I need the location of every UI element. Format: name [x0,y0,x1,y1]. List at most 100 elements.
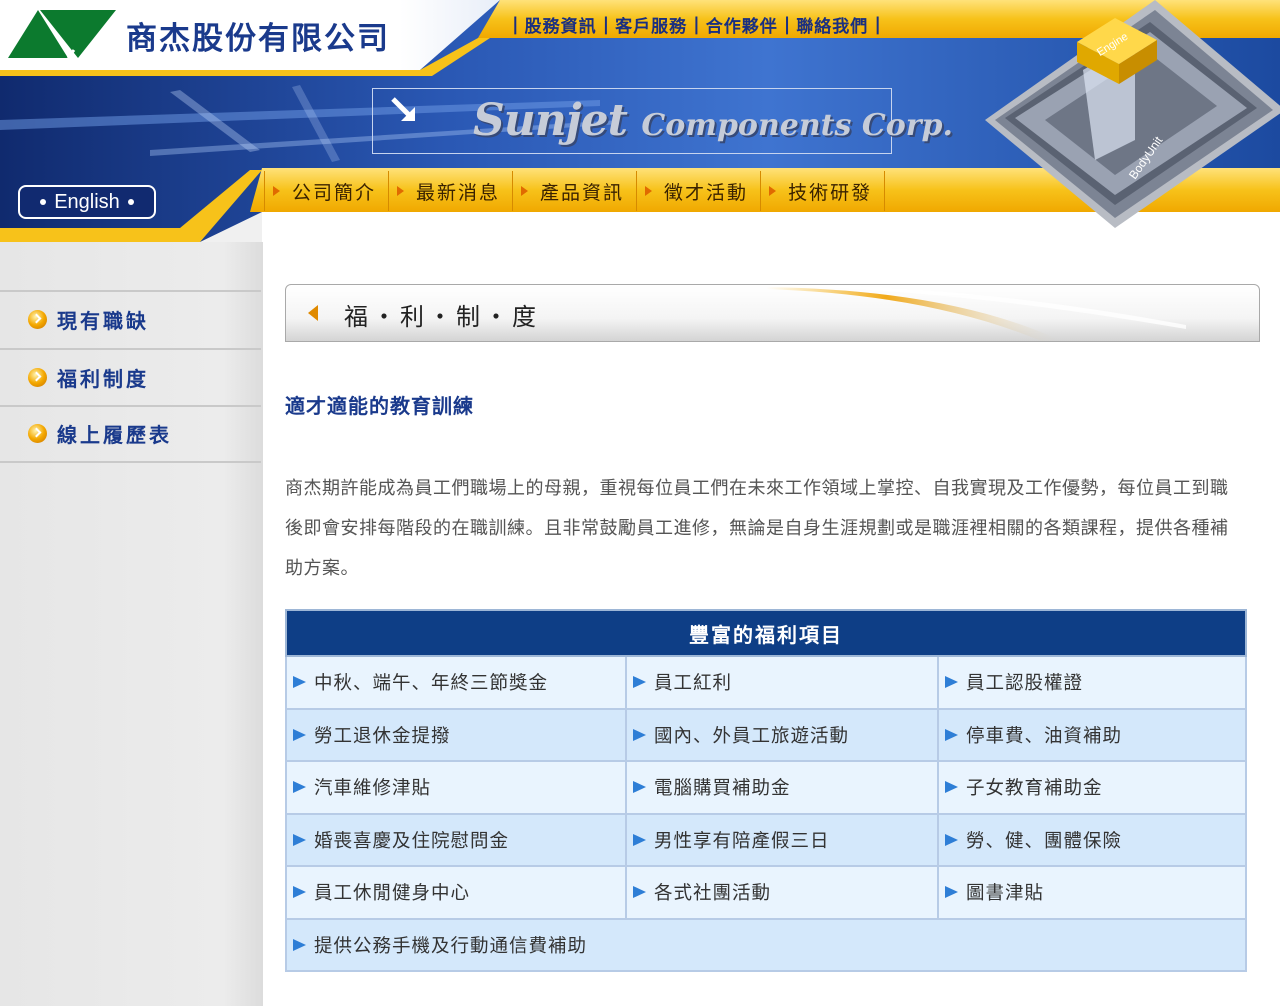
table-header-row: 豐富的福利項目 [285,609,1247,657]
sidebar-item-label: 現有職缺 [57,309,149,334]
blue-arrow-icon [293,833,306,846]
english-button-label: English [54,190,120,213]
arrow-right-icon [769,186,777,196]
sidebar-item-benefits[interactable]: 福利制度 [0,347,261,406]
top-nav-shareholder[interactable]: 股務資訊 [525,12,597,37]
main-nav-rnd[interactable]: 技術研發 [761,171,886,211]
main-navigation: 公司簡介 最新消息 產品資訊 徵才活動 技術研發 [264,171,886,211]
blue-arrow-icon [293,676,306,689]
bullet-icon [40,199,47,205]
blue-arrow-icon [633,781,646,794]
main-nav-careers[interactable]: 徵才活動 [637,171,762,211]
main-nav-about[interactable]: 公司簡介 [264,171,390,211]
sidebar-item-online-resume[interactable]: 線上履歷表 [0,405,261,463]
benefit-item: 勞、健、團體保險 [966,830,1123,852]
main-nav-label: 產品資訊 [540,181,625,204]
nav-separator: | [693,13,700,35]
benefit-item: 員工休閒健身中心 [314,883,471,905]
table-row: 中秋、端午、年終三節獎金 員工紅利 員工認股權證 [285,655,1247,710]
nav-separator: | [874,13,881,35]
blue-arrow-icon [293,781,306,794]
blue-arrow-icon [293,886,306,899]
benefit-item: 各式社團活動 [654,883,772,905]
arrow-left-icon [308,305,318,321]
arrow-down-right-icon [391,97,415,121]
table-cell: 員工紅利 [625,655,939,710]
benefit-item: 婚喪喜慶及住院慰問金 [314,830,510,852]
orange-arrow-circle-icon [28,367,47,387]
blue-arrow-icon [633,728,646,741]
benefit-item: 提供公務手機及行動通信費補助 [314,935,588,957]
benefit-item: 男性享有陪產假三日 [654,830,830,852]
table-cell: 國內、外員工旅遊活動 [625,707,939,762]
benefits-table-title: 豐富的福利項目 [285,609,1247,657]
benefit-item: 汽車維修津貼 [314,778,432,800]
blue-arrow-icon [293,938,306,951]
page-title: 福・利・制・度 [344,303,540,331]
main-nav-label: 公司簡介 [292,181,377,204]
blue-arrow-icon [293,728,306,741]
sidebar-item-label: 福利制度 [57,366,149,391]
table-cell: 各式社團活動 [625,865,939,920]
main-nav-products[interactable]: 產品資訊 [513,171,638,211]
brand-main-text: Sunjet [473,95,628,146]
table-cell: 提供公務手機及行動通信費補助 [285,917,1247,972]
arrow-right-icon [273,186,280,196]
top-nav-contact[interactable]: 聯絡我們 [796,12,868,37]
brand-wordmark: Sunjet Components Corp. [473,95,953,146]
section-title-banner: 福・利・制・度 [285,284,1260,342]
chip-illustration: Engine BodyUnit [985,0,1280,228]
table-cell: 中秋、端午、年終三節獎金 [285,655,627,710]
blue-arrow-icon [633,833,646,846]
benefits-table: 豐富的福利項目 中秋、端午、年終三節獎金 員工紅利 員工認股權證 勞工退休金提撥… [285,609,1247,972]
table-cell: 員工休閒健身中心 [285,865,627,920]
brand-banner: Sunjet Components Corp. [372,88,953,154]
english-language-button[interactable]: English [18,185,156,219]
table-cell: 員工認股權證 [937,655,1247,710]
benefit-item: 國內、外員工旅遊活動 [654,725,850,747]
nav-separator: | [512,13,519,35]
table-row: 員工休閒健身中心 各式社團活動 圖書津貼 [285,865,1247,920]
sidebar-item-job-openings[interactable]: 現有職缺 [0,290,261,348]
table-row: 勞工退休金提撥 國內、外員工旅遊活動 停車費、油資補助 [285,707,1247,762]
table-cell: 電腦購買補助金 [625,760,939,815]
company-logo[interactable]: 商杰股份有限公司 [8,10,390,60]
table-row: 汽車維修津貼 電腦購買補助金 子女教育補助金 [285,760,1247,815]
intro-paragraph: 商杰期許能成為員工們職場上的母親，重視每位員工們在未來工作領域上掌控、自我實現及… [285,478,1229,579]
sidebar-item-label: 線上履歷表 [57,423,172,448]
table-cell: 子女教育補助金 [937,760,1247,815]
table-cell: 汽車維修津貼 [285,760,627,815]
top-nav-customer-service[interactable]: 客戶服務 [615,12,687,37]
table-cell: 勞、健、團體保險 [937,812,1247,867]
blue-arrow-icon [945,781,958,794]
main-content: 福・利・制・度 適才適能的教育訓練 商杰期許能成為員工們職場上的母親，重視每位員… [285,284,1260,972]
main-nav-label: 技術研發 [788,181,873,204]
top-nav-partners[interactable]: 合作夥伴 [706,12,778,37]
blue-arrow-icon [945,676,958,689]
brand-sub-text: Components Corp. [641,108,953,143]
table-cell: 男性享有陪產假三日 [625,812,939,867]
benefit-item: 勞工退休金提撥 [314,725,451,747]
benefit-item: 電腦購買補助金 [654,778,791,800]
blue-arrow-icon [633,886,646,899]
main-nav-news[interactable]: 最新消息 [389,171,514,211]
arrow-right-icon [521,186,529,196]
table-row: 婚喪喜慶及住院慰問金 男性享有陪產假三日 勞、健、團體保險 [285,812,1247,867]
sidebar-menu: 現有職缺 福利制度 線上履歷表 [0,290,261,463]
blue-arrow-icon [633,676,646,689]
bullet-icon [127,199,134,205]
benefit-item: 中秋、端午、年終三節獎金 [314,673,549,695]
site-header: 商杰股份有限公司 | 股務資訊 | 客戶服務 | 合作夥伴 | 聯絡我們 | S… [0,0,1280,245]
nav-separator: | [783,13,791,35]
blue-arrow-icon [945,886,958,899]
benefit-item: 圖書津貼 [966,883,1045,905]
benefit-item: 子女教育補助金 [966,778,1103,800]
blue-arrow-icon [945,833,958,846]
benefit-item: 員工紅利 [654,673,733,695]
benefit-item: 停車費、油資補助 [966,725,1123,747]
table-cell: 婚喪喜慶及住院慰問金 [285,812,627,867]
top-navigation: | 股務資訊 | 客戶服務 | 合作夥伴 | 聯絡我們 | [506,10,887,38]
sidebar: 現有職缺 福利制度 線上履歷表 [0,242,263,1006]
company-name: 商杰股份有限公司 [126,20,390,57]
arrow-right-icon [397,186,405,196]
